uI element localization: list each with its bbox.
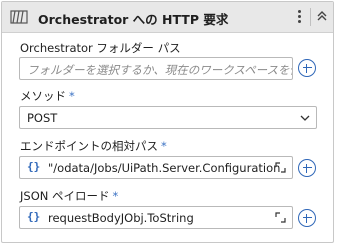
folder-path-input[interactable]: フォルダーを選択するか、現在のワークスペースを使用するには空白のままにします	[19, 57, 293, 80]
http-request-icon	[10, 10, 28, 24]
folder-add-button[interactable]	[298, 59, 316, 77]
method-label: メソッド *	[20, 89, 75, 103]
header-divider	[310, 8, 311, 26]
endpoint-input[interactable]: {} "/odata/Jobs/UiPath.Server.Configurat…	[19, 156, 293, 179]
activity-header[interactable]: Orchestrator への HTTP 要求	[2, 2, 333, 33]
json-payload-value: requestBodyJObj.ToString	[48, 211, 194, 225]
json-payload-input[interactable]: {} requestBodyJObj.ToString	[19, 206, 293, 229]
expand-editor-icon[interactable]	[275, 212, 286, 223]
activity-card: Orchestrator への HTTP 要求 Orchestrator フォル…	[1, 1, 334, 243]
endpoint-add-button[interactable]	[298, 159, 316, 177]
method-select[interactable]: POST	[19, 106, 317, 129]
method-value: POST	[27, 111, 58, 125]
folder-path-placeholder: フォルダーを選択するか、現在のワークスペースを使用するには空白のままにします	[27, 63, 292, 77]
json-payload-add-button[interactable]	[298, 209, 316, 227]
collapse-icon[interactable]	[315, 9, 329, 23]
expression-icon: {}	[27, 160, 41, 173]
chevron-down-icon	[300, 115, 310, 121]
json-payload-label: JSON ペイロード *	[20, 189, 119, 203]
expression-icon: {}	[27, 210, 41, 223]
endpoint-value: "/odata/Jobs/UiPath.Server.Configuration	[48, 161, 281, 175]
endpoint-label: エンドポイントの相対パス *	[20, 139, 167, 153]
folder-path-label: Orchestrator フォルダー パス	[20, 41, 181, 55]
activity-title: Orchestrator への HTTP 要求	[38, 12, 229, 27]
expand-editor-icon[interactable]	[275, 162, 286, 173]
more-options-icon[interactable]	[295, 8, 303, 26]
